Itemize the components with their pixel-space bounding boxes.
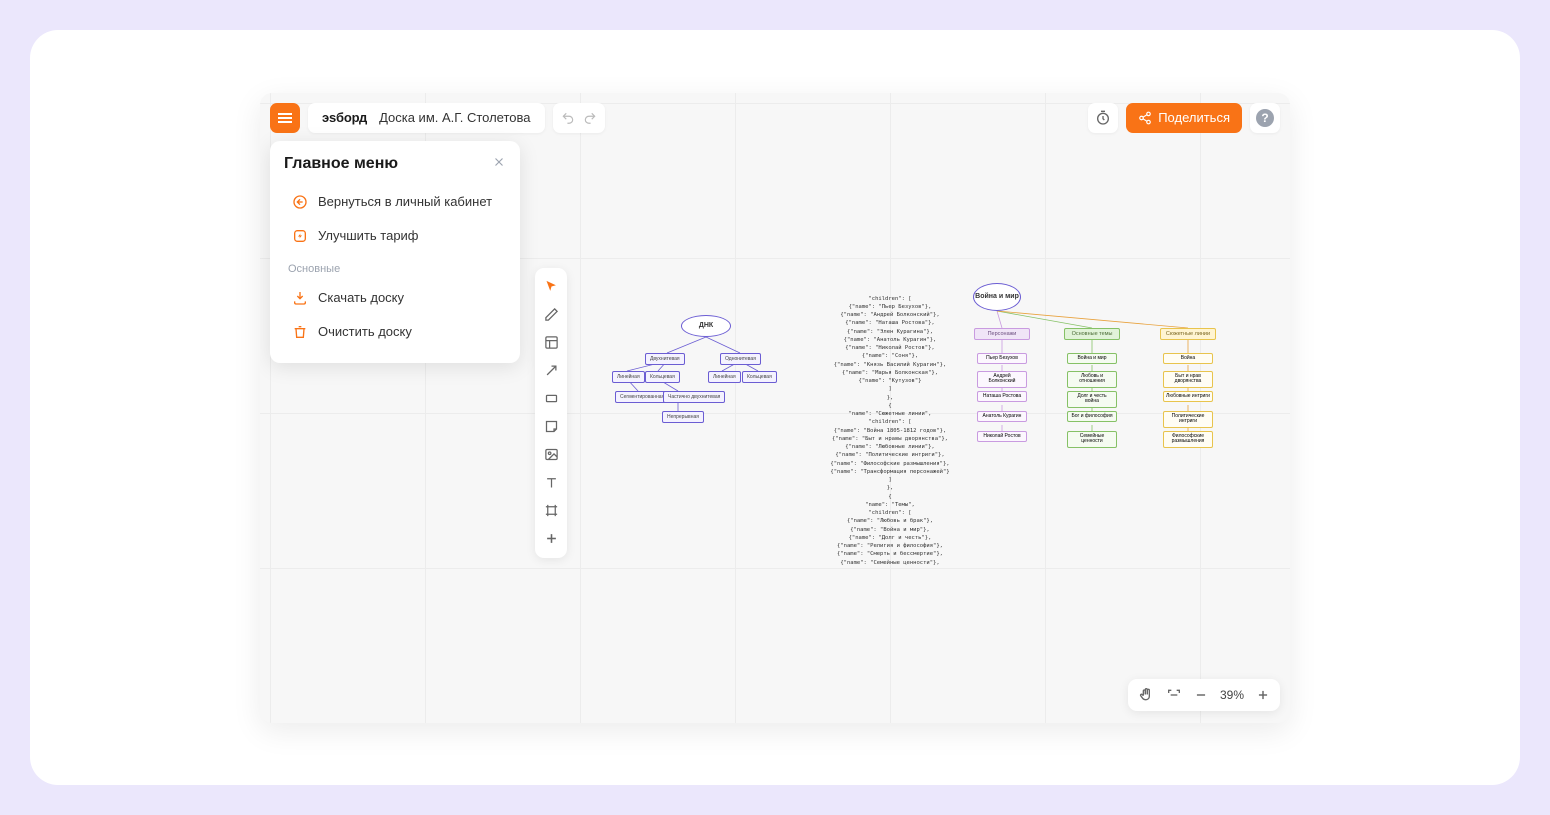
layout-icon bbox=[544, 335, 559, 350]
timer-button[interactable] bbox=[1088, 103, 1118, 133]
rectangle-icon bbox=[544, 391, 559, 406]
menu-item-label: Вернуться в личный кабинет bbox=[318, 194, 492, 209]
download-icon bbox=[292, 290, 308, 306]
lightning-icon bbox=[292, 228, 308, 244]
frame-icon bbox=[544, 503, 559, 518]
share-button[interactable]: Поделиться bbox=[1126, 103, 1242, 133]
zoom-in-button[interactable] bbox=[1256, 688, 1270, 702]
pan-button[interactable] bbox=[1138, 687, 1154, 703]
menu-button[interactable] bbox=[270, 103, 300, 133]
help-button[interactable]: ? bbox=[1250, 103, 1280, 133]
image-icon bbox=[544, 447, 559, 462]
menu-item-back[interactable]: Вернуться в личный кабинет bbox=[284, 185, 506, 219]
tool-more[interactable] bbox=[539, 527, 563, 551]
menu-item-label: Очистить доску bbox=[318, 324, 412, 339]
help-icon: ? bbox=[1256, 109, 1274, 127]
board-name[interactable]: Доска им. А.Г. Столетова bbox=[379, 110, 530, 125]
brand-logo: эsборд bbox=[322, 110, 367, 125]
tool-frame[interactable] bbox=[539, 499, 563, 523]
main-menu-panel: Главное меню Вернуться в личный кабинет … bbox=[270, 141, 520, 363]
tool-arrow[interactable] bbox=[539, 359, 563, 383]
share-label: Поделиться bbox=[1158, 110, 1230, 125]
redo-icon bbox=[583, 111, 597, 125]
close-menu-button[interactable] bbox=[492, 155, 506, 172]
menu-item-upgrade[interactable]: Улучшить тариф bbox=[284, 219, 506, 253]
toolbar bbox=[535, 268, 567, 558]
share-icon bbox=[1138, 111, 1152, 125]
menu-item-clear[interactable]: Очистить доску bbox=[284, 315, 506, 349]
tool-sticky[interactable] bbox=[539, 415, 563, 439]
redo-button[interactable] bbox=[583, 111, 597, 125]
sticky-note-icon bbox=[544, 419, 559, 434]
zoom-out-button[interactable] bbox=[1194, 688, 1208, 702]
close-icon bbox=[492, 155, 506, 169]
tool-pen[interactable] bbox=[539, 303, 563, 327]
menu-title: Главное меню bbox=[284, 155, 398, 173]
app-window: ДНК Двухнитевая Однонитевая Линейная Кол… bbox=[260, 93, 1290, 723]
outer-frame: ДНК Двухнитевая Однонитевая Линейная Кол… bbox=[30, 30, 1520, 785]
cursor-icon bbox=[544, 279, 559, 294]
tool-shape[interactable] bbox=[539, 387, 563, 411]
menu-section-label: Основные bbox=[288, 263, 506, 275]
tool-text[interactable] bbox=[539, 471, 563, 495]
plus-icon bbox=[544, 531, 559, 546]
undo-icon bbox=[561, 111, 575, 125]
hand-icon bbox=[1138, 687, 1154, 703]
plus-icon bbox=[1256, 688, 1270, 702]
menu-item-label: Скачать доску bbox=[318, 290, 404, 305]
menu-item-label: Улучшить тариф bbox=[318, 228, 419, 243]
fit-icon bbox=[1166, 687, 1182, 703]
pencil-icon bbox=[544, 307, 559, 322]
undo-redo-group bbox=[553, 103, 605, 133]
hamburger-icon bbox=[278, 117, 292, 119]
zoom-value[interactable]: 39% bbox=[1220, 688, 1244, 702]
topbar: эsборд Доска им. А.Г. Столетова Поделить… bbox=[270, 103, 1280, 133]
menu-item-download[interactable]: Скачать доску bbox=[284, 281, 506, 315]
zoom-bar: 39% bbox=[1128, 679, 1280, 711]
undo-button[interactable] bbox=[561, 111, 575, 125]
timer-icon bbox=[1095, 110, 1111, 126]
tool-image[interactable] bbox=[539, 443, 563, 467]
arrow-icon bbox=[544, 363, 559, 378]
trash-icon bbox=[292, 324, 308, 340]
arrow-left-circle-icon bbox=[292, 194, 308, 210]
minus-icon bbox=[1194, 688, 1208, 702]
brand-block: эsборд Доска им. А.Г. Столетова bbox=[308, 103, 545, 133]
text-icon bbox=[544, 475, 559, 490]
fit-button[interactable] bbox=[1166, 687, 1182, 703]
tool-select[interactable] bbox=[539, 275, 563, 299]
tool-template[interactable] bbox=[539, 331, 563, 355]
